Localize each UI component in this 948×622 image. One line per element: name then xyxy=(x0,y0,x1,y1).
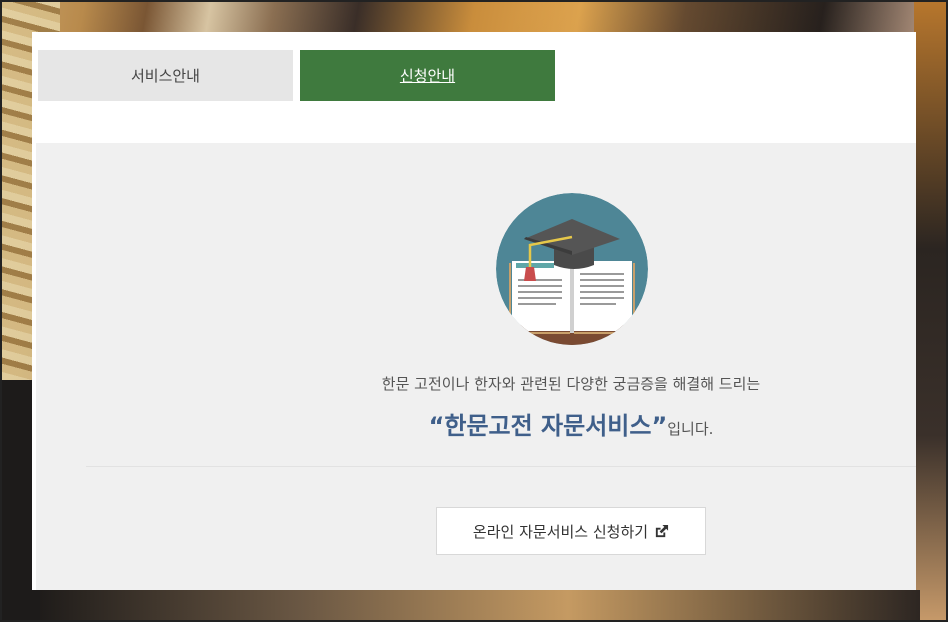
tab-application-info[interactable]: 신청안내 xyxy=(300,50,555,101)
service-name: “한문고전 자문서비스” xyxy=(428,412,668,440)
tab-service-info[interactable]: 서비스안내 xyxy=(38,50,293,101)
background-bottom xyxy=(40,590,920,622)
background-books-right xyxy=(914,0,948,622)
headline-suffix: 입니다. xyxy=(667,420,714,438)
online-apply-label: 온라인 자문서비스 신청하기 xyxy=(472,522,649,541)
online-apply-button[interactable]: 온라인 자문서비스 신청하기 xyxy=(436,507,706,555)
graduation-book-icon xyxy=(496,193,648,345)
intro-text: 한문 고전이나 한자와 관련된 다양한 궁금증을 해결해 드리는 xyxy=(381,375,761,393)
tab-content: 한문 고전이나 한자와 관련된 다양한 궁금증을 해결해 드리는 “한문고전 자… xyxy=(36,143,916,590)
divider xyxy=(86,466,916,467)
service-headline: “한문고전 자문서비스”입니다. xyxy=(36,406,916,441)
service-panel: 서비스안내 신청안내 한문 고전이나 한자와 관련된 다양한 궁금증을 해결해 … xyxy=(32,32,916,590)
external-link-icon xyxy=(654,524,669,539)
